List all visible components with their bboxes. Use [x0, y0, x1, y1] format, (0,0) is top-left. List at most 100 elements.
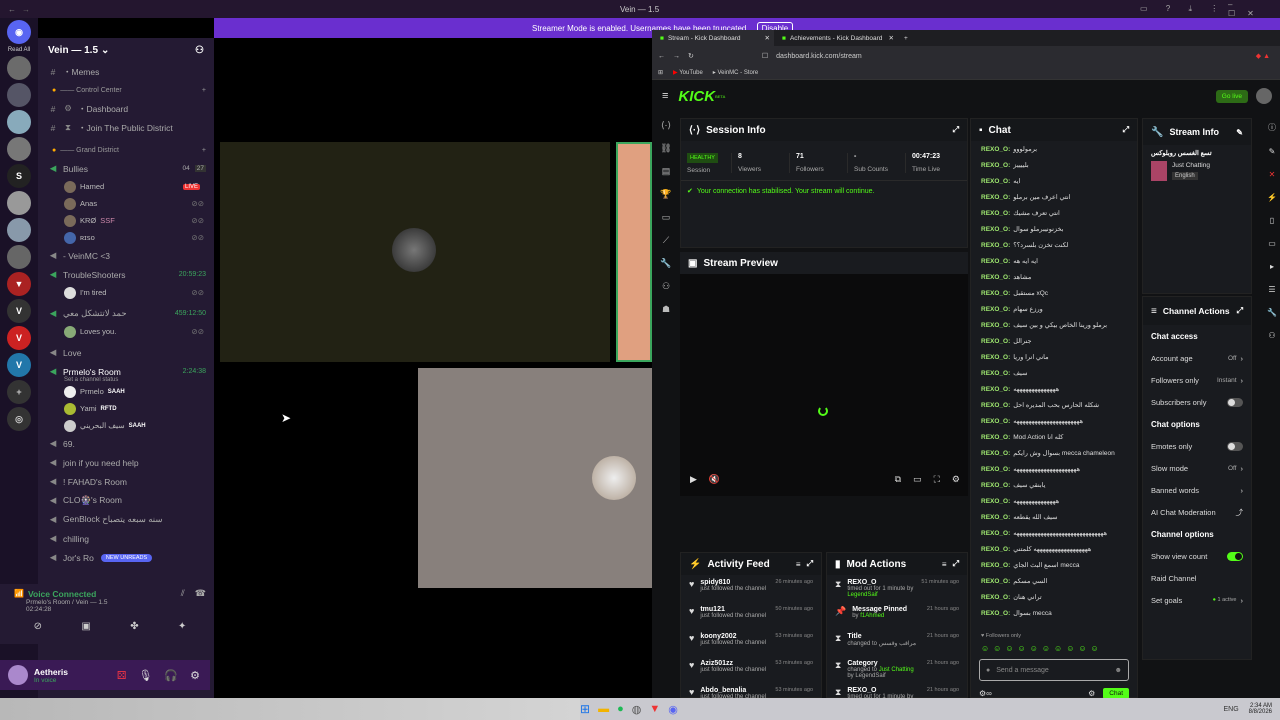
voice-channel-hamd[interactable]: ◀ حمد لاتتشكل معي 459:12:50	[38, 304, 214, 323]
server-icon-5[interactable]	[7, 191, 31, 215]
users-icon[interactable]: ⚇	[1268, 331, 1275, 340]
chat-message[interactable]: REXO_O: يابنقي سيف	[971, 477, 1137, 493]
close-icon[interactable]: ✕	[889, 34, 894, 42]
bookmark-veinmc[interactable]: ▸ VeinMC - Store	[713, 69, 758, 76]
voice-user[interactable]: سيف البحريني SAAH	[38, 417, 214, 434]
mod-action-item[interactable]: 📌 Message Pinned by f1Ahmed 21 hours ago	[827, 602, 967, 629]
pip-icon[interactable]: ⧉	[895, 474, 901, 485]
server-icon-9[interactable]: V	[7, 299, 31, 323]
trophy-icon[interactable]: 🏆	[660, 189, 671, 200]
url-text[interactable]: dashboard.kick.com/stream	[776, 53, 862, 60]
emotes-only-row[interactable]: Emotes only	[1143, 435, 1251, 457]
explorer-icon[interactable]: ▬	[598, 703, 609, 715]
chart-icon[interactable]: ▤	[662, 166, 671, 177]
list-icon[interactable]: ☰	[1268, 285, 1275, 294]
chat-username[interactable]: REXO_O:	[981, 354, 1010, 361]
video-tile-3[interactable]	[418, 368, 652, 588]
wrench-icon[interactable]: 🔧	[1267, 308, 1277, 317]
chat-username[interactable]: REXO_O:	[981, 434, 1010, 441]
gamepad-icon[interactable]: ⚄	[117, 669, 127, 682]
category-grand-district[interactable]: ● —— Grand District +	[38, 141, 214, 159]
voice-channel-fahad[interactable]: ◀ ! FAHAD's Room	[38, 472, 214, 491]
chat-message[interactable]: REXO_O: ماني انرا وريا	[971, 349, 1137, 365]
chat-message[interactable]: REXO_O: شكله الحارس بحب المديره احل	[971, 397, 1137, 413]
server-icon-4[interactable]	[7, 137, 31, 161]
play-icon[interactable]: ▶	[690, 474, 697, 485]
video-tile-1[interactable]	[220, 142, 610, 362]
voice-channel-clo[interactable]: ◀ CLO🎡's Room	[38, 491, 214, 510]
tray-lang[interactable]: ENG	[1223, 706, 1238, 713]
activity-item[interactable]: ♥ spidy810 just followed the channel 26 min…	[681, 575, 821, 602]
popout-icon[interactable]: ⤢	[1237, 306, 1243, 316]
chat-username[interactable]: REXO_O:	[981, 578, 1010, 585]
followers-only-row[interactable]: Followers only Instant ›	[1143, 369, 1251, 391]
channel-dashboard[interactable]: # ⚙ ・Dashboard	[38, 99, 214, 118]
chat-message[interactable]: REXO_O: سيف الله يقطعه	[971, 509, 1137, 525]
chat-message[interactable]: REXO_O: بسوال وش رايكم mecca chameleon	[971, 445, 1137, 461]
chat-username[interactable]: REXO_O:	[981, 338, 1010, 345]
lightning-icon[interactable]: ⚡	[1267, 193, 1277, 202]
chat-username[interactable]: REXO_O:	[981, 386, 1010, 393]
chat-username[interactable]: REXO_O:	[981, 498, 1010, 505]
voice-channel-bullies[interactable]: ◀ Bullies 04 27	[38, 159, 214, 178]
server-icon-11[interactable]: V	[7, 353, 31, 377]
chat-message[interactable]: REXO_O: لكنت تخزن بلسرد؟؟	[971, 237, 1137, 253]
emote-bar[interactable]: ☺ ☺ ☺ ☺ ☺ ☺ ☺ ☺ ☺ ☺	[971, 641, 1137, 655]
voice-user[interactable]: KRØ SSF ⊘⊘	[38, 212, 214, 229]
window-controls[interactable]: –☐✕	[1228, 0, 1280, 18]
chat-message[interactable]: REXO_O: بخزنونيبرملو سوال	[971, 221, 1137, 237]
voice-user[interactable]: Anas ⊘⊘	[38, 195, 214, 212]
doc-icon[interactable]: ▯	[1270, 216, 1274, 225]
discord-taskbar-icon[interactable]: ◉	[668, 703, 678, 716]
activity-item[interactable]: ♥ Aziz501zz just followed the channel 53 mi…	[681, 656, 821, 683]
filter-icon[interactable]: ≡	[942, 560, 947, 569]
subscribers-only-row[interactable]: Subscribers only	[1143, 391, 1251, 413]
chat-username[interactable]: REXO_O:	[981, 370, 1010, 377]
pen-icon[interactable]: ✎	[1269, 147, 1276, 156]
show-view-count-row[interactable]: Show view count	[1143, 545, 1251, 567]
account-age-row[interactable]: Account age Off ›	[1143, 347, 1251, 369]
bot-icon[interactable]: ☗	[662, 304, 670, 315]
chat-username[interactable]: REXO_O:	[981, 306, 1010, 313]
theater-icon[interactable]: ▭	[913, 474, 922, 485]
voice-channel-help[interactable]: ◀ join if you need help	[38, 453, 214, 472]
set-goals-row[interactable]: Set goals ● 1 active ›	[1143, 589, 1251, 611]
chat-message[interactable]: REXO_O: هههههههههههههههههههههه	[971, 461, 1137, 477]
server-icon-3[interactable]	[7, 110, 31, 134]
chat-message[interactable]: REXO_O: ههههههههههههههههههه كلمتني	[971, 541, 1137, 557]
spotify-icon[interactable]: ●	[617, 703, 624, 715]
show-view-count-toggle[interactable]	[1227, 551, 1243, 561]
chat-message[interactable]: REXO_O: سيف	[971, 365, 1137, 381]
close-icon[interactable]: ✕	[765, 34, 770, 42]
voice-user[interactable]: Yami RFTD	[38, 400, 214, 417]
disconnect-icon[interactable]: ☎	[195, 588, 206, 599]
chat-icon[interactable]: ▭	[1268, 239, 1276, 248]
chat-username[interactable]: REXO_O:	[981, 178, 1010, 185]
chat-message[interactable]: REXO_O: مشاهد	[971, 269, 1137, 285]
voice-channel-69[interactable]: ◀ 69.	[38, 434, 214, 453]
plus-icon[interactable]: +	[202, 87, 206, 94]
voice-channel-jor[interactable]: ◀ Jor's Ro NEW UNREADS	[38, 548, 214, 567]
channel-join-district[interactable]: # ⧗ ・Join The Public District	[38, 118, 214, 137]
plus-icon[interactable]: +	[202, 147, 206, 154]
voice-channel-chilling[interactable]: ◀ chilling	[38, 529, 214, 548]
media-icon[interactable]: ▸	[1270, 262, 1274, 271]
chat-username[interactable]: REXO_O:	[981, 226, 1010, 233]
bookmark-youtube[interactable]: ▶ YouTube	[673, 69, 703, 76]
server-icon-10[interactable]: V	[7, 326, 31, 350]
chat-message[interactable]: REXO_O: جنرالل	[971, 333, 1137, 349]
voice-channel-genblock[interactable]: ◀ GenBlock سنه سبعه يتصباح	[38, 510, 214, 529]
voice-user[interactable]: Prmelo SAAH	[38, 383, 214, 400]
server-icon-1[interactable]	[7, 56, 31, 80]
chat-username[interactable]: REXO_O:	[981, 274, 1010, 281]
chat-message[interactable]: REXO_O: بسوال mecca	[971, 605, 1137, 621]
chat-username[interactable]: REXO_O:	[981, 290, 1010, 297]
chat-username[interactable]: REXO_O:	[981, 482, 1010, 489]
voice-user[interactable]: I'm tired ⊘⊘	[38, 284, 214, 301]
mod-action-item[interactable]: ⧗ Category changed to Just Chatting by Leg…	[827, 656, 967, 683]
chat-username[interactable]: REXO_O:	[981, 418, 1010, 425]
chat-username[interactable]: REXO_O:	[981, 466, 1010, 473]
voice-user[interactable]: Hamed LIVE	[38, 178, 214, 195]
server-icon-7[interactable]	[7, 245, 31, 269]
camera-off-icon[interactable]: ⊘	[34, 621, 42, 632]
